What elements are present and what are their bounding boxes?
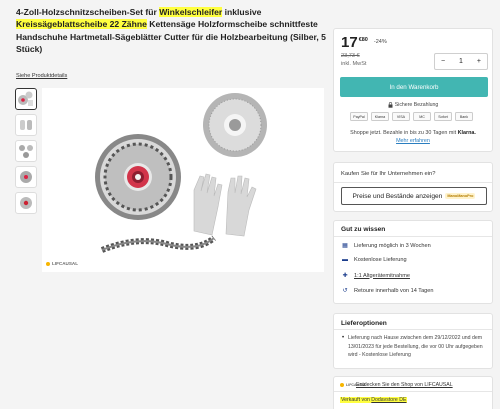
delivery-options-title: Lieferoptionen [341,320,387,327]
product-title: 4-Zoll-Holzschnitzscheiben-Set für Winke… [16,6,334,56]
thumbnail-list [15,88,39,218]
thumb-set-image [18,91,33,106]
title-highlight-1: Winkelschleifer [159,7,223,17]
info-row-delivery-time: ▦ Lieferung möglich in 3 Wochen [341,242,431,250]
product-main-image[interactable]: LIFCAUSAL [42,88,324,272]
info-row-takeback: ✚ 1:1 Altgerätemitnahme [341,272,410,280]
buy-box: 17 €80 -24% 23,73 € inkl. MwSt − 1 + In … [333,28,493,152]
klarna-text: Shoppe jetzt. Bezahle in bis zu 30 Tagen… [350,130,457,136]
product-set-illustration [95,93,267,253]
divider [334,182,492,183]
title-text-2: inklusive [222,7,262,17]
bullet-icon: • [342,335,345,341]
thumbnail-4[interactable] [15,166,37,188]
return-icon: ↺ [342,288,348,294]
secure-payment: Sichere Bezahlung [334,102,492,108]
b2b-question: Kaufen Sie für Ihr Unternehmen ein? [341,171,436,177]
divider [334,329,492,330]
product-details-link[interactable]: Siehe Produktdetails [16,73,67,79]
seller-box: LIFCAUSAL Entdecken Sie den Shop von LIF… [333,376,493,409]
seller-logo-icon [340,383,344,387]
klarna-info: Shoppe jetzt. Bezahle in bis zu 30 Tagen… [334,130,492,136]
shaping-disc [203,93,267,157]
sold-by-prefix: Verkauft von [341,397,372,403]
delivery-text: Lieferung nach Hause zwischen dem 29/12/… [348,335,483,359]
info-text: Retoure innerhalb von 14 Tagen [354,287,434,294]
price: 17 €80 -24% [341,35,387,51]
good-to-know-box: Gut zu wissen ▦ Lieferung möglich in 3 W… [333,220,493,304]
gloves [193,173,257,237]
seller-shop-link[interactable]: Entdecken Sie den Shop von LIFCAUSAL [356,382,453,388]
title-text-1: 4-Zoll-Holzschnitzscheiben-Set für [16,7,160,17]
klarna-brand: Klarna. [457,130,476,136]
add-to-cart-button[interactable]: In den Warenkorb [340,77,488,97]
quantity-stepper: − 1 + [434,53,488,70]
thumb-discs-image [19,145,33,158]
discount-badge: -24% [373,39,387,45]
brand-watermark: LIFCAUSAL [46,261,78,266]
delivery-options-box: Lieferoptionen • Lieferung nach Hause zw… [333,313,493,369]
divider [334,236,492,237]
show-pro-prices-button[interactable]: Preise und Bestände anzeigen ManoManoPro [341,187,487,205]
old-price: 23,73 € [341,53,360,59]
secure-payment-label: Sichere Bezahlung [394,102,439,108]
seller-name-link[interactable]: Dodavstore DE [371,397,406,403]
puzzle-icon: ✚ [342,273,348,279]
lock-icon [388,102,393,108]
good-to-know-title: Gut zu wissen [341,226,386,233]
saw-chain [100,235,216,253]
thumbnail-5[interactable] [15,192,37,214]
title-highlight-2: Kreissägeblattscheibe 22 Zähne [16,19,147,30]
price-main: 17 [341,34,358,51]
qty-decrease-button[interactable]: − [441,58,445,65]
info-text: Kostenlose Lieferung [354,257,407,263]
sold-by: Verkauft von Dodavstore DE [340,397,408,403]
brand-watermark-text: LIFCAUSAL [52,261,79,266]
show-pro-prices-label: Preise und Bestände anzeigen [352,192,443,200]
thumbnail-2[interactable] [15,114,37,136]
info-row-free-delivery: ▬ Kostenlose Lieferung [341,257,407,263]
bank-transfer-icon: Bank [455,112,473,121]
brand-dot-icon [46,261,50,266]
b2b-box: Kaufen Sie für Ihr Unternehmen ein? Prei… [333,162,493,212]
payment-methods: PayPal Klarna VISA MC Sofort Bank [350,112,473,121]
klarna-icon: Klarna [371,112,389,121]
klarna-more-link[interactable]: Mehr erfahren [334,138,492,144]
mastercard-icon: MC [413,112,431,121]
tax-note: inkl. MwSt [341,61,367,67]
info-row-returns: ↺ Retoure innerhalb von 14 Tagen [341,287,434,295]
thumbnail-1[interactable] [15,88,37,110]
manomano-pro-logo: ManoManoPro [445,193,476,199]
chain-disc [95,134,181,220]
paypal-icon: PayPal [350,112,368,121]
truck-icon: ▬ [342,257,348,263]
qty-value[interactable]: 1 [459,58,463,65]
thumb-disc-image [20,171,32,183]
calendar-icon: ▦ [342,243,348,249]
divider [334,391,492,392]
sofort-icon: Sofort [434,112,452,121]
price-cents: €80 [358,37,368,43]
visa-icon: VISA [392,112,410,121]
qty-increase-button[interactable]: + [477,58,481,65]
thumb-gloves-image [20,120,32,130]
thumb-blade-image [20,197,32,209]
info-text: Lieferung möglich in 3 Wochen [354,242,431,249]
thumbnail-3[interactable] [15,140,37,162]
takeback-link[interactable]: 1:1 Altgerätemitnahme [354,273,410,279]
